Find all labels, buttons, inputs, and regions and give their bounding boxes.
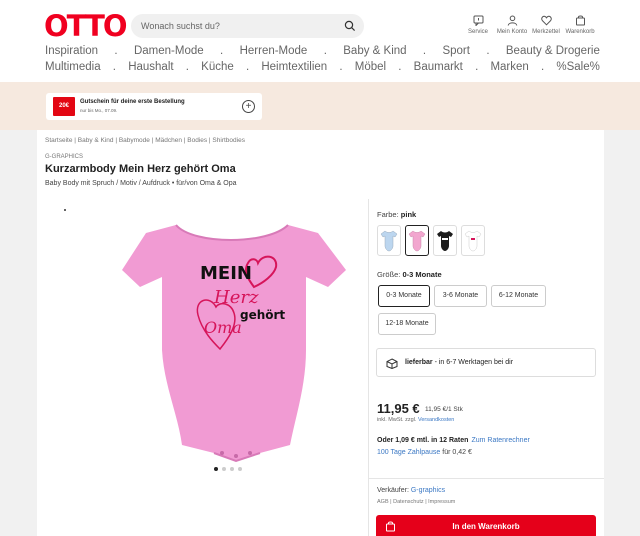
print-oma-text: Oma [204, 318, 242, 337]
cart-icon [575, 15, 585, 26]
add-coupon-icon[interactable]: + [242, 100, 255, 113]
search-icon[interactable] [344, 20, 356, 32]
nav-separator: . [323, 45, 327, 57]
print-mein-text: MEIN [200, 263, 252, 284]
nav-separator: . [422, 45, 427, 57]
add-to-cart-button[interactable]: In den Warenkorb [376, 515, 596, 536]
snap-button [248, 451, 252, 455]
seller-info: Verkäufer: G-graphics [377, 487, 446, 494]
pagination-dot[interactable] [238, 467, 242, 471]
nav-item-sale[interactable]: %Sale% [556, 61, 599, 73]
delivery-text: lieferbar - in 6-7 Werktagen bei dir [405, 359, 514, 366]
swatch-body-icon [408, 230, 426, 252]
nav-item-marken[interactable]: Marken [490, 61, 528, 73]
nav-separator: . [245, 61, 250, 73]
product-image[interactable]: MEIN Herz gehört Oma [118, 215, 350, 463]
rate-calculator-link[interactable]: Zum Ratenrechner [471, 437, 529, 444]
nav-separator: . [185, 61, 189, 73]
swatch-body-icon [464, 230, 482, 252]
nav-separator: . [112, 61, 116, 73]
otto-logo[interactable]: OTTO [44, 9, 128, 43]
pagination-dot-active[interactable] [214, 467, 218, 471]
product-price: 11,95 € [377, 401, 420, 416]
nav-item-beauty-drogerie[interactable]: Beauty & Drogerie [506, 45, 600, 57]
cart-link[interactable]: Warenkorb [560, 15, 600, 35]
breadcrumb[interactable]: Startseite | Baby & Kind | Babymode | Mä… [45, 137, 245, 144]
cart-icon [386, 521, 395, 532]
bodysuit-shape [122, 225, 346, 461]
coupon-badge: 20€ [53, 97, 75, 116]
size-value: 0-3 Monate [402, 270, 442, 279]
nav-separator: . [114, 45, 118, 57]
service-icon [473, 15, 483, 26]
coupon-note: nur bis Mo., 07.09. [80, 108, 118, 113]
pagination-dot[interactable] [222, 467, 226, 471]
payment-pause-info: 100 Tage Zahlpause für 0,42 € [377, 449, 472, 456]
nav-separator: . [339, 61, 343, 73]
nav-item-baby-kind[interactable]: Baby & Kind [343, 45, 406, 57]
swatch-black[interactable] [433, 225, 457, 256]
size-label: Größe: 0-3 Monate [377, 270, 442, 279]
product-brand[interactable]: G-GRAPHICS [45, 154, 83, 160]
nav-item-heimtextilien[interactable]: Heimtextilien [261, 61, 327, 73]
nav-item-baumarkt[interactable]: Baumarkt [414, 61, 463, 73]
coupon-card[interactable]: 20€ Gutschein für deine erste Bestellung… [46, 93, 262, 120]
seller-link[interactable]: G-graphics [411, 487, 445, 494]
header: OTTO Service Mein Konto Merkzettel [0, 0, 640, 82]
divider [368, 478, 604, 479]
search-bar[interactable] [131, 14, 364, 38]
swatch-light-blue[interactable] [377, 225, 401, 256]
search-input[interactable] [141, 18, 331, 34]
user-icon [507, 15, 517, 26]
add-to-cart-label: In den Warenkorb [452, 522, 520, 531]
coupon-title: Gutschein für deine erste Bestellung [80, 99, 185, 105]
print-gehoert-text: gehört [240, 308, 285, 322]
image-marker [64, 209, 66, 211]
swatch-body-icon [437, 231, 453, 251]
size-option-6-12[interactable]: 6-12 Monate [491, 285, 546, 307]
swatch-white[interactable] [461, 225, 485, 256]
nav-item-moebel[interactable]: Möbel [355, 61, 386, 73]
image-pagination[interactable] [214, 467, 242, 471]
swatch-body-icon [380, 230, 398, 252]
color-swatches [377, 225, 485, 256]
nav-item-sport[interactable]: Sport [442, 45, 470, 57]
nav-item-haushalt[interactable]: Haushalt [128, 61, 173, 73]
size-option-3-6[interactable]: 3-6 Monate [434, 285, 487, 307]
color-label: Farbe: pink [377, 210, 417, 219]
product-subtitle: Baby Body mit Spruch / Motiv / Aufdruck … [45, 180, 237, 187]
nav-item-inspiration[interactable]: Inspiration [45, 45, 98, 57]
color-value: pink [400, 210, 417, 219]
payment-pause-link[interactable]: 100 Tage Zahlpause [377, 449, 440, 456]
nav-item-multimedia[interactable]: Multimedia [45, 61, 101, 73]
product-title: Kurzarmbody Mein Herz gehört Oma [45, 163, 236, 175]
pagination-dot[interactable] [230, 467, 234, 471]
nav-separator: . [475, 61, 479, 73]
nav-item-kueche[interactable]: Küche [201, 61, 234, 73]
seller-legal-links[interactable]: AGB | Datenschutz | Impressum [377, 499, 455, 505]
nav-separator: . [486, 45, 490, 57]
installment-info: Oder 1,09 € mtl. in 12 Raten Zum Ratenrec… [377, 437, 530, 444]
print-herz-text: Herz [213, 287, 259, 308]
size-option-12-18[interactable]: 12-18 Monate [378, 313, 436, 335]
shipping-cost-link[interactable]: Versandkosten [418, 417, 454, 423]
snap-button [234, 454, 238, 458]
cart-label: Warenkorb [565, 29, 595, 35]
swatch-pink[interactable] [405, 225, 429, 256]
nav-separator: . [220, 45, 224, 57]
nav-item-herren-mode[interactable]: Herren-Mode [240, 45, 308, 57]
heart-icon [540, 15, 552, 26]
nav-separator: . [541, 61, 545, 73]
unit-price: 11,95 €/1 Stk [425, 406, 463, 413]
vat-info: inkl. MwSt. zzgl. Versandkosten [377, 417, 455, 423]
nav-item-damen-mode[interactable]: Damen-Mode [134, 45, 204, 57]
snap-button [220, 451, 224, 455]
nav-separator: . [398, 61, 402, 73]
delivery-info: lieferbar - in 6-7 Werktagen bei dir [376, 348, 596, 377]
category-nav-row-2: Multimedia . Haushalt . Küche . Heimtext… [45, 61, 600, 73]
category-nav-row-1: Inspiration . Damen-Mode . Herren-Mode .… [45, 45, 600, 57]
size-option-0-3[interactable]: 0-3 Monate [378, 285, 430, 307]
package-icon [386, 358, 398, 369]
